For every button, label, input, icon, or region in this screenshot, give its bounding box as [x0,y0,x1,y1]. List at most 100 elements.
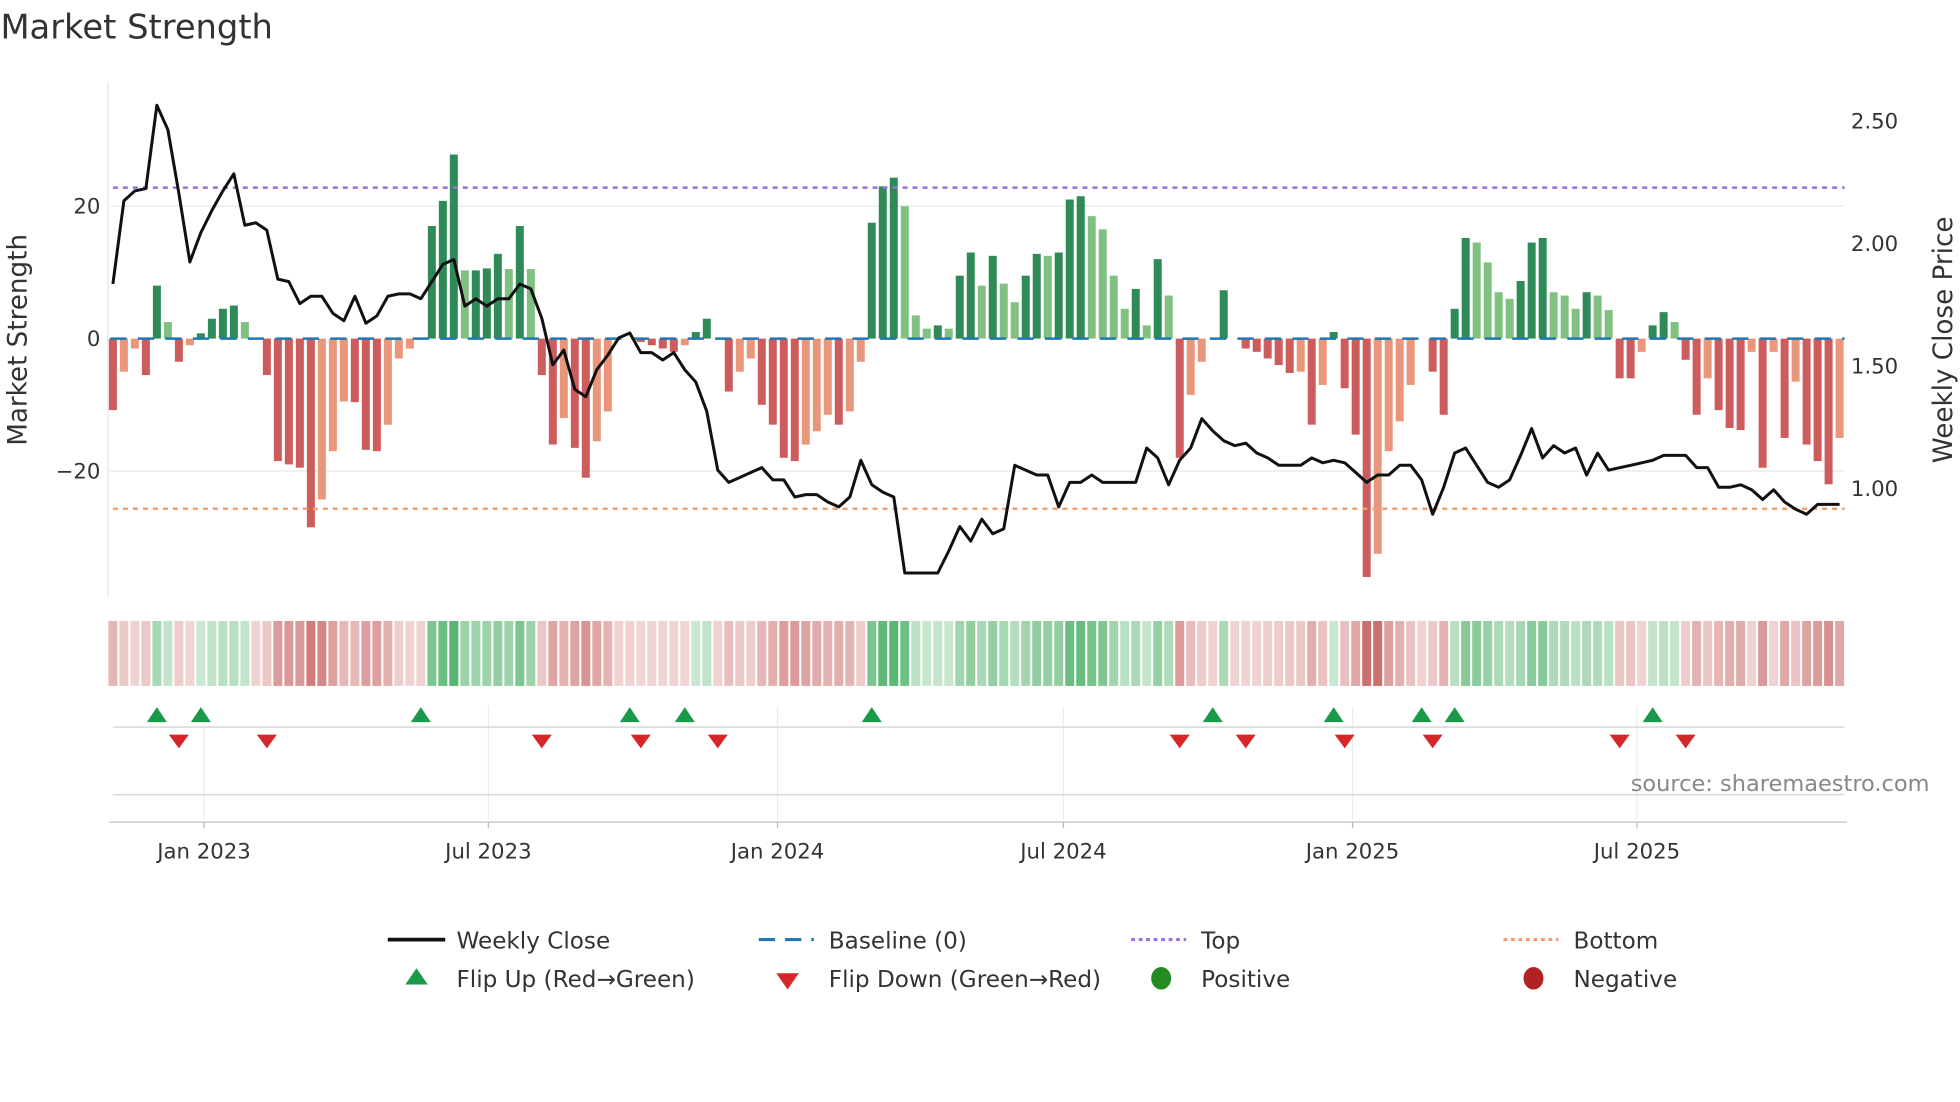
strength-bar [1153,259,1162,339]
strength-bar [1197,338,1206,362]
x-tick-label: Jul 2025 [1592,839,1680,864]
strength-bar [746,338,755,359]
strip-cell [911,620,921,686]
strength-bar [1725,338,1734,428]
strength-bar [1395,338,1404,422]
flip-up-marker [1411,707,1432,723]
strength-bar [889,177,898,339]
strip-cell [1241,620,1251,686]
strip-cell [1461,620,1471,686]
strip-cell [625,620,635,686]
strip-cell [1670,620,1680,686]
strip-cell [317,620,327,686]
strip-cell [790,620,800,686]
strength-bar [757,338,766,405]
strip-cell [900,620,910,686]
strip-cell [845,620,855,686]
strength-bar [658,338,667,349]
strip-cell [1065,620,1075,686]
strip-cell [823,620,833,686]
strip-cell [1109,620,1119,686]
strip-cell [878,620,888,686]
strip-cell [1142,620,1152,686]
strength-bar [1428,338,1437,372]
strip-cell [526,620,536,686]
strength-bar [790,338,799,462]
strength-bar [185,338,194,346]
strength-bar [317,338,326,500]
x-tick-label: Jul 2023 [443,839,531,864]
flip-up-marker [410,707,431,723]
strength-bar [350,338,359,403]
strip-cell [1208,620,1218,686]
strength-bar [295,338,304,468]
strength-bar [405,338,414,349]
strength-bar [1296,338,1305,372]
strength-bar [163,322,172,339]
strength-bar [1483,262,1492,339]
strength-bar [867,222,876,339]
strip-cell [1813,620,1823,686]
strip-cell [218,620,228,686]
strip-cell [889,620,899,686]
strength-bar [1032,253,1041,339]
reference-lines [110,186,1845,511]
strip-cell [361,620,371,686]
strip-cell [977,620,987,686]
strength-bar [1703,338,1712,379]
strip-cell [383,620,393,686]
strength-bar [1637,338,1646,352]
strength-bar [1450,308,1459,339]
source-credit: source: sharemaestro.com [1631,771,1930,797]
flip-down-marker [1334,734,1355,749]
flip-down-marker [168,734,189,749]
strength-bar [834,338,843,425]
strip-cell [229,620,239,686]
strip-cell [669,620,679,686]
strip-cell [1362,620,1372,686]
strength-bar [1538,237,1547,339]
strength-bar [1076,196,1085,339]
strip-cell [614,620,624,686]
strip-cell [988,620,998,686]
strength-bar [1098,229,1107,339]
strip-cell [1395,620,1405,686]
strip-cell [867,620,877,686]
strip-cell [1329,620,1339,686]
strength-bar [515,226,524,339]
strength-bar [669,338,678,352]
strength-bar [955,275,964,339]
strength-bar [1560,295,1569,339]
strip-cell [1384,620,1394,686]
strip-cell [1296,620,1306,686]
flip-up-marker [861,707,882,723]
strength-bar [1109,275,1118,339]
strip-cell [1131,620,1141,686]
strength-bar [1043,255,1052,339]
strength-bar [702,318,711,339]
strip-cell [1010,620,1020,686]
strip-cell [1032,620,1042,686]
positive-circle-icon [1151,967,1172,990]
legend: Weekly Close Baseline (0) Top Bottom Fli… [387,928,1677,993]
flip-up-marker [1202,707,1223,723]
strength-bar [1626,338,1635,379]
axes: Jan 2023 Jul 2023 Jan 2024 Jul 2024 Jan 2025… [56,110,1899,865]
strip-cell [1835,620,1845,686]
strip-cell [174,620,184,686]
x-tick-label: Jul 2024 [1018,839,1106,864]
strength-heat-strip [108,620,1845,686]
strip-cell [1098,620,1108,686]
strip-cell [1527,620,1537,686]
flip-down-marker [630,734,651,749]
y-tick-label: 20 [73,195,100,220]
strength-bar [812,338,821,432]
strip-cell [108,620,118,686]
strip-cell [922,620,932,686]
strip-cell [570,620,580,686]
strength-bar [1659,312,1668,339]
y2-tick-label: 2.50 [1851,110,1898,135]
strip-cell [1483,620,1493,686]
strength-bar [394,338,403,359]
strip-cell [1648,620,1658,686]
